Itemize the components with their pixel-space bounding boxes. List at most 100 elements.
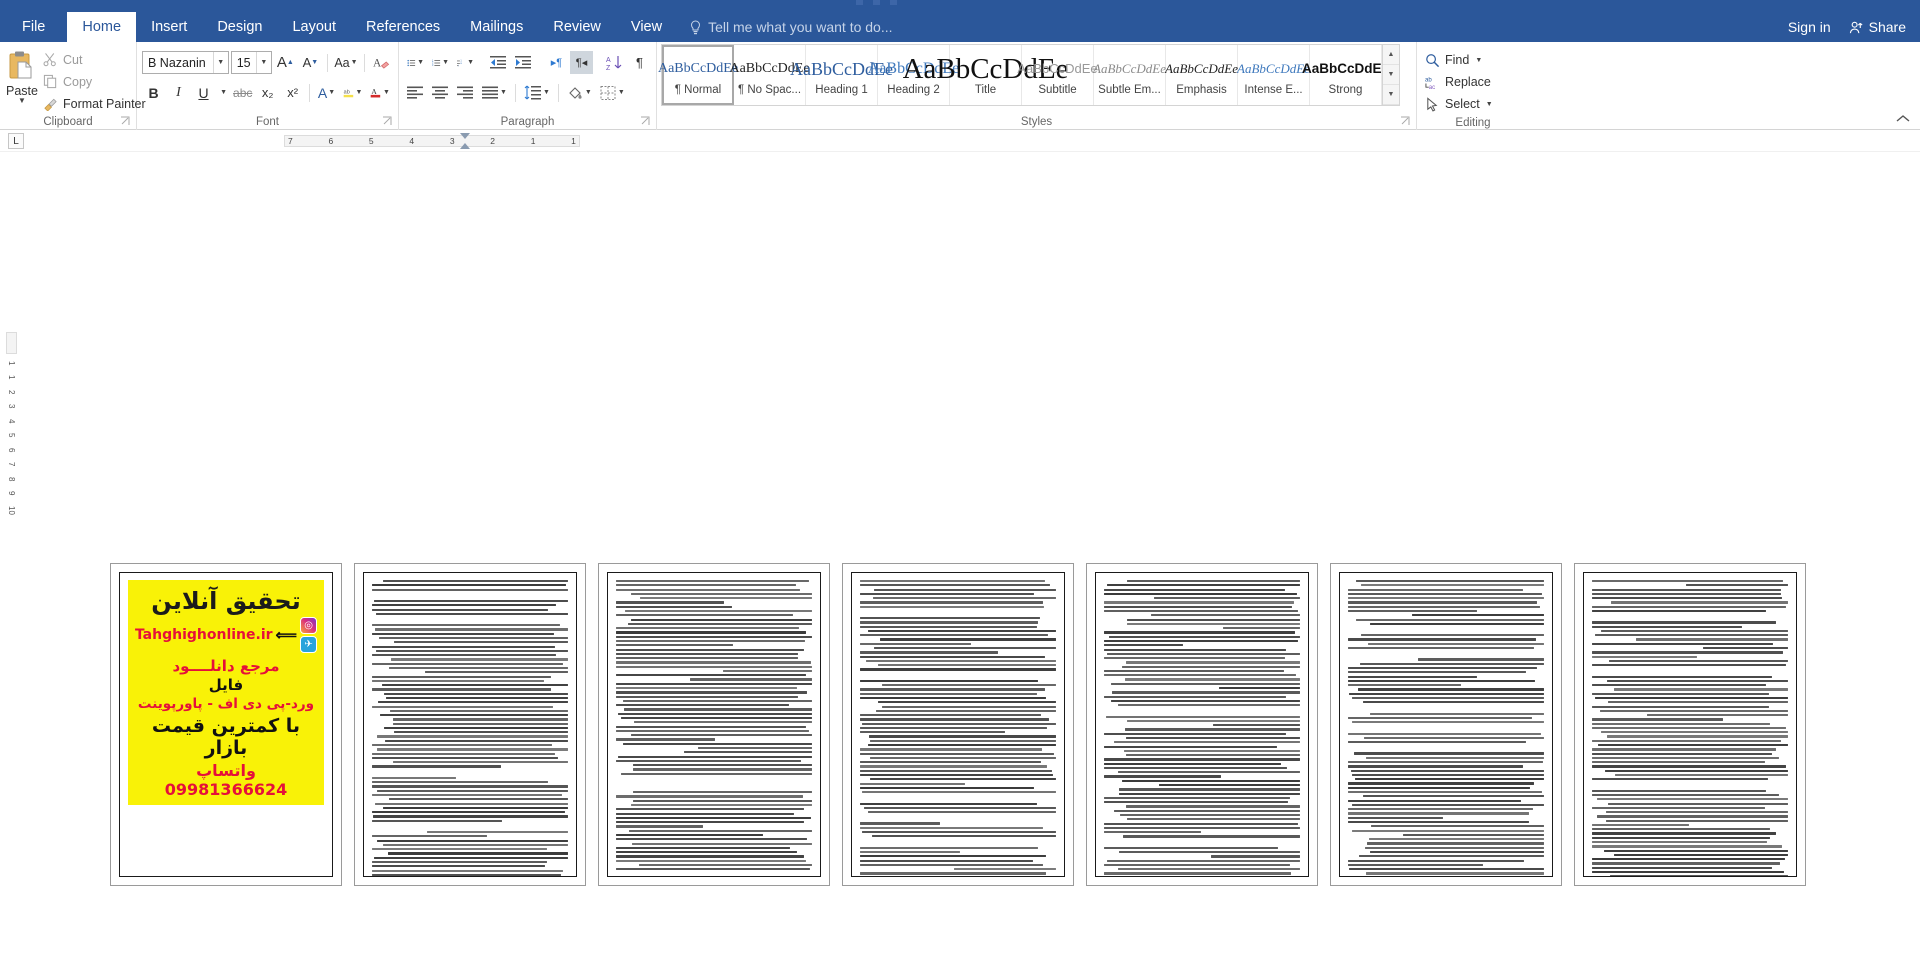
tab-home[interactable]: Home: [67, 12, 137, 42]
style-intense-emphasis-label: Intense E...: [1244, 84, 1303, 96]
styles-scroll-up[interactable]: ▲: [1383, 45, 1399, 65]
multilevel-list-button[interactable]: 1 a i ▼: [454, 51, 477, 74]
text-line: [1113, 809, 1300, 812]
bold-button[interactable]: B: [142, 81, 165, 104]
tell-me-search[interactable]: Tell me what you want to do...: [689, 12, 893, 42]
format-painter-button[interactable]: Format Painter: [39, 93, 150, 114]
text-line: [1118, 851, 1300, 854]
highlight-color-button[interactable]: ab ▼: [340, 81, 366, 104]
style-strong[interactable]: AaBbCcDdEe Strong: [1302, 45, 1389, 105]
font-dialog-launcher[interactable]: [382, 116, 392, 126]
justify-button[interactable]: ▼: [479, 81, 510, 104]
style-intense-emphasis[interactable]: AaBbCcDdEe Intense E...: [1237, 45, 1310, 105]
text-line: [1592, 871, 1784, 874]
change-case-button[interactable]: Aa ▼: [333, 51, 359, 74]
align-left-button[interactable]: [404, 81, 427, 104]
tab-insert[interactable]: Insert: [136, 12, 202, 42]
show-formatting-marks-button[interactable]: ¶: [628, 51, 651, 74]
font-size-combo[interactable]: 15 ▼: [230, 51, 272, 74]
font-color-button[interactable]: A ▼: [367, 81, 393, 104]
styles-gallery: AaBbCcDdEe ¶ Normal AaBbCcDdEe ¶ No Spac…: [658, 44, 1400, 106]
copy-button[interactable]: Copy: [39, 71, 150, 92]
style-subtle-emphasis[interactable]: AaBbCcDdEe Subtle Em...: [1093, 45, 1166, 105]
share-button[interactable]: Share: [1849, 19, 1906, 35]
shading-button[interactable]: ▼: [564, 81, 595, 104]
cut-button[interactable]: Cut: [39, 49, 150, 70]
find-dropdown-caret[interactable]: ▼: [1475, 57, 1482, 64]
subscript-button[interactable]: x₂: [256, 81, 279, 104]
tab-stop-selector[interactable]: L: [8, 133, 24, 149]
collapse-ribbon-button[interactable]: [1896, 113, 1910, 127]
align-right-button[interactable]: [454, 81, 477, 104]
paste-dropdown-caret[interactable]: ▼: [18, 97, 26, 105]
rtl-text-direction-button[interactable]: ¶◂: [570, 51, 593, 74]
page-4-content[interactable]: [851, 572, 1065, 877]
sort-button[interactable]: AZ: [603, 51, 626, 74]
document-page-7[interactable]: [1574, 563, 1806, 886]
ltr-text-direction-button[interactable]: ▸¶: [545, 51, 568, 74]
sign-in-button[interactable]: Sign in: [1788, 19, 1831, 35]
numbering-button[interactable]: 1 2 3 ▼: [429, 51, 452, 74]
page-7-content[interactable]: [1583, 572, 1797, 877]
document-page-2[interactable]: [354, 563, 586, 886]
text-line: [631, 592, 812, 596]
italic-button[interactable]: I: [167, 81, 190, 104]
style-normal[interactable]: AaBbCcDdEe ¶ Normal: [658, 45, 738, 105]
document-page-1[interactable]: تحقیق آنلاین Tahghighonline.ir ⟸ ◎ ✈ مرج…: [110, 563, 342, 886]
styles-dialog-launcher[interactable]: [1400, 116, 1410, 126]
page-5-content[interactable]: [1095, 572, 1309, 877]
strikethrough-button[interactable]: abc: [231, 81, 254, 104]
superscript-button[interactable]: x²: [281, 81, 304, 104]
clear-formatting-button[interactable]: A: [370, 51, 393, 74]
paragraph-dialog-launcher[interactable]: [640, 116, 650, 126]
first-line-indent-marker[interactable]: [460, 133, 470, 139]
text-line: [1703, 647, 1788, 650]
hanging-indent-marker[interactable]: [460, 143, 470, 149]
text-effects-button[interactable]: A ▼: [315, 81, 338, 104]
clipboard-dialog-launcher[interactable]: [120, 116, 130, 126]
tab-review[interactable]: Review: [538, 12, 616, 42]
paste-button[interactable]: Paste ▼: [5, 46, 39, 114]
page-6-content[interactable]: [1339, 572, 1553, 877]
underline-button[interactable]: U: [192, 81, 215, 104]
bullets-button[interactable]: ▼: [404, 51, 427, 74]
document-canvas[interactable]: 1 1 2 3 4 5 6 7 8 9 10 تحقیق آنلاین Tahg…: [0, 152, 1920, 976]
style-title[interactable]: AaBbCcDdEe Title: [903, 45, 1068, 105]
text-line: [1348, 799, 1522, 802]
styles-more[interactable]: ▼: [1383, 85, 1399, 105]
style-emphasis[interactable]: AaBbCcDdEe Emphasis: [1165, 45, 1238, 105]
line-spacing-button[interactable]: ▼: [521, 81, 553, 104]
style-subtitle[interactable]: AaBbCcDdEe Subtitle: [1017, 45, 1098, 105]
font-size-caret[interactable]: ▼: [255, 52, 271, 73]
styles-scrollbar[interactable]: ▲ ▼ ▼: [1382, 45, 1399, 105]
document-page-3[interactable]: [598, 563, 830, 886]
document-page-6[interactable]: [1330, 563, 1562, 886]
decrease-indent-button[interactable]: [487, 51, 510, 74]
underline-dropdown[interactable]: ▼: [217, 81, 229, 104]
align-center-button[interactable]: [429, 81, 452, 104]
shrink-font-button[interactable]: A ▼: [299, 51, 322, 74]
page-2-content[interactable]: [363, 572, 577, 877]
vertical-ruler[interactable]: 1 1 2 3 4 5 6 7 8 9 10: [4, 332, 18, 632]
grow-font-button[interactable]: A ▲: [274, 51, 297, 74]
tab-design[interactable]: Design: [202, 12, 277, 42]
select-dropdown-caret[interactable]: ▼: [1486, 101, 1493, 108]
horizontal-ruler[interactable]: 7 6 5 4 3 2 1 1: [284, 132, 580, 150]
borders-button[interactable]: ▼: [597, 81, 628, 104]
tab-mailings[interactable]: Mailings: [455, 12, 538, 42]
document-page-5[interactable]: [1086, 563, 1318, 886]
tab-layout[interactable]: Layout: [277, 12, 351, 42]
select-button[interactable]: Select ▼: [1422, 93, 1524, 115]
document-page-4[interactable]: [842, 563, 1074, 886]
tab-file[interactable]: File: [0, 12, 67, 42]
find-button[interactable]: Find ▼: [1422, 49, 1524, 71]
page-3-content[interactable]: [607, 572, 821, 877]
font-name-caret[interactable]: ▼: [212, 52, 228, 73]
styles-scroll-down[interactable]: ▼: [1383, 65, 1399, 85]
page-1-content[interactable]: تحقیق آنلاین Tahghighonline.ir ⟸ ◎ ✈ مرج…: [119, 572, 333, 877]
tab-view[interactable]: View: [616, 12, 677, 42]
font-name-combo[interactable]: B Nazanin ▼: [142, 51, 229, 74]
increase-indent-button[interactable]: [512, 51, 535, 74]
tab-references[interactable]: References: [351, 12, 455, 42]
replace-button[interactable]: ab ac Replace: [1422, 71, 1524, 93]
